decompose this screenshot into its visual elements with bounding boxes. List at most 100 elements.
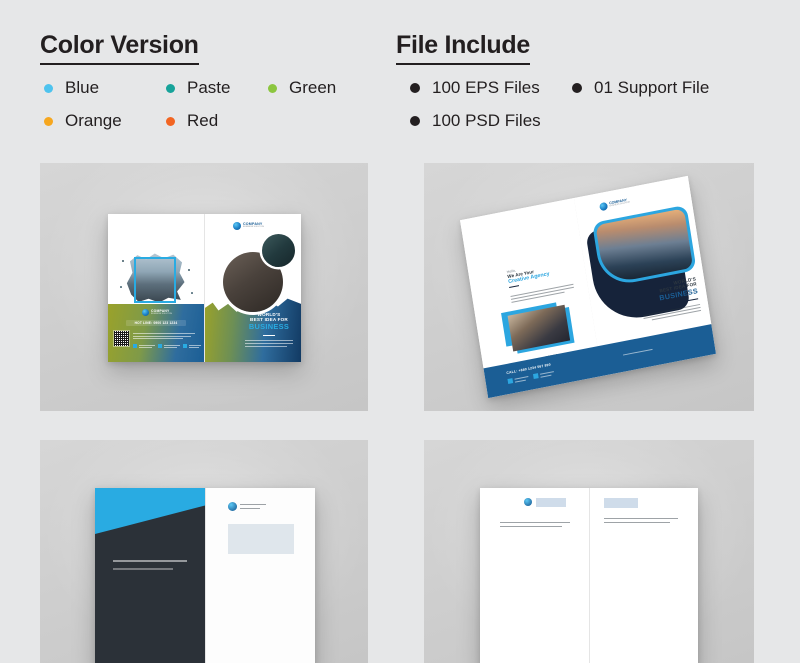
tiny-rule [245, 340, 293, 341]
tiny-rule [113, 568, 173, 570]
tiny-rule [240, 508, 260, 509]
list-item: Blue [44, 78, 99, 98]
bullet-dot-icon [572, 83, 582, 94]
list-item: Red [166, 111, 218, 131]
color-version-label: Red [187, 111, 219, 131]
product-preview-page: Color Version Blue Paste Green Orange Re… [0, 0, 800, 663]
secondary-photo-circle [262, 234, 295, 267]
tiny-rule [245, 343, 293, 344]
list-item: Paste [166, 78, 230, 98]
content-block [536, 498, 566, 507]
file-include-row-2: 100 PSD Files [396, 111, 766, 144]
splatter-speck [188, 269, 190, 271]
mockup-tile-bifold-white-partial[interactable] [424, 440, 754, 663]
brochure-bifold-flat: COMPANY BUSINESS SOLUTION HOT LINE: 0900… [108, 214, 301, 362]
tiny-rule [113, 560, 187, 562]
color-version-title: Color Version [40, 32, 199, 66]
tagline-underline [687, 298, 699, 302]
color-version-label: Green [289, 78, 337, 98]
splatter-speck [191, 292, 193, 294]
tiny-rule [189, 347, 199, 348]
contact-icon [507, 378, 514, 384]
contact-icon [532, 373, 539, 380]
tiny-rule [604, 522, 670, 523]
tagline-underline [263, 335, 275, 336]
color-version-label: Paste [187, 78, 231, 98]
company-logo-text: COMPANY BUSINESS SOLUTION [243, 221, 264, 228]
tiny-rule [139, 347, 152, 348]
content-photo-placeholder [228, 524, 294, 554]
tiny-rule [139, 344, 155, 346]
company-logo-text: COMPANY BUSINESS SOLUTION [151, 308, 172, 315]
tiny-rule [539, 370, 554, 375]
color-version-row-1: Blue Paste Green [40, 78, 380, 111]
list-item: Green [268, 78, 336, 98]
brochure-right-page [590, 488, 698, 663]
tiny-rule [500, 522, 570, 523]
splatter-speck [122, 260, 124, 262]
color-version-list: Blue Paste Green Orange Red [40, 78, 380, 144]
brochure-bifold-white [480, 488, 698, 663]
color-swatch-orange [44, 116, 53, 126]
brochure-cyan-cover-panel [95, 488, 205, 663]
tiny-rule [514, 375, 529, 380]
tiny-rule [604, 518, 678, 519]
file-include-label: 01 Support File [594, 78, 710, 98]
tiny-rule [164, 347, 177, 348]
tiny-rule [133, 335, 191, 337]
tiny-rule [500, 526, 562, 527]
color-version-row-2: Orange Red [40, 111, 380, 144]
tiny-rule [540, 374, 552, 378]
file-include-label: 100 EPS Files [432, 78, 540, 98]
back-panel-footer-band: COMPANY BUSINESS SOLUTION HOT LINE: 0900… [108, 304, 204, 362]
cyan-diagonal-band [95, 488, 205, 534]
company-logo-text: COMPANY BUSINESS SOLUTION [608, 197, 631, 207]
list-item: 100 PSD Files [410, 111, 541, 131]
file-include-row-1: 100 EPS Files 01 Support File [396, 78, 766, 111]
contact-icon [158, 344, 162, 348]
file-include-title: File Include [396, 32, 530, 66]
greeting-underline [509, 285, 520, 289]
file-include-label: 100 PSD Files [432, 111, 541, 131]
hotline-text: HOT LINE: 0900 123 1234 [134, 321, 178, 325]
tiny-rule [164, 344, 180, 346]
list-item: 01 Support File [572, 78, 709, 98]
contact-icon [183, 344, 187, 348]
tiny-rule [240, 504, 266, 505]
contact-icon [133, 344, 137, 348]
qr-code [113, 330, 130, 347]
tiny-rule [133, 333, 195, 334]
list-item: Orange [44, 111, 122, 131]
file-include-section: File Include 100 EPS Files 01 Support Fi… [396, 32, 766, 144]
greeting-block: Hello, We Are Your Creative Agency [506, 257, 578, 289]
tiny-rule [189, 344, 201, 346]
tiny-rule [622, 348, 653, 356]
color-swatch-blue [44, 83, 53, 93]
company-logo-icon [233, 222, 241, 230]
tiny-rule [133, 338, 183, 339]
color-swatch-green [268, 83, 277, 93]
color-swatch-red [166, 116, 175, 126]
color-version-label: Orange [65, 111, 122, 131]
color-version-label: Blue [65, 78, 100, 98]
company-logo-icon [599, 201, 609, 212]
bullet-dot-icon [410, 116, 420, 127]
company-logo-icon [228, 502, 237, 511]
company-logo-icon [524, 498, 532, 506]
mockup-tile-bifold-angled[interactable]: Hello, We Are Your Creative Agency COMPA… [424, 163, 754, 411]
tagline-line-3: BUSINESS [248, 321, 290, 331]
brochure-left-page [480, 488, 589, 663]
brochure-back-panel: COMPANY BUSINESS SOLUTION HOT LINE: 0900… [108, 214, 204, 362]
mockup-tile-bifold-cyan-partial[interactable] [40, 440, 368, 663]
splatter-speck [120, 286, 122, 288]
brochure-bifold-cyan [95, 488, 315, 663]
color-swatch-paste [166, 83, 175, 93]
cyan-accent-frame [134, 257, 176, 303]
info-row: Color Version Blue Paste Green Orange Re… [0, 0, 800, 160]
mockup-tile-bifold-flat[interactable]: COMPANY BUSINESS SOLUTION HOT LINE: 0900… [40, 163, 368, 411]
list-item: 100 EPS Files [410, 78, 540, 98]
cover-tagline: WORLD'S BEST IDEA FOR BUSINESS [243, 312, 295, 331]
bullet-dot-icon [410, 83, 420, 94]
tiny-rule [514, 379, 526, 383]
file-include-list: 100 EPS Files 01 Support File 100 PSD Fi… [396, 78, 766, 144]
